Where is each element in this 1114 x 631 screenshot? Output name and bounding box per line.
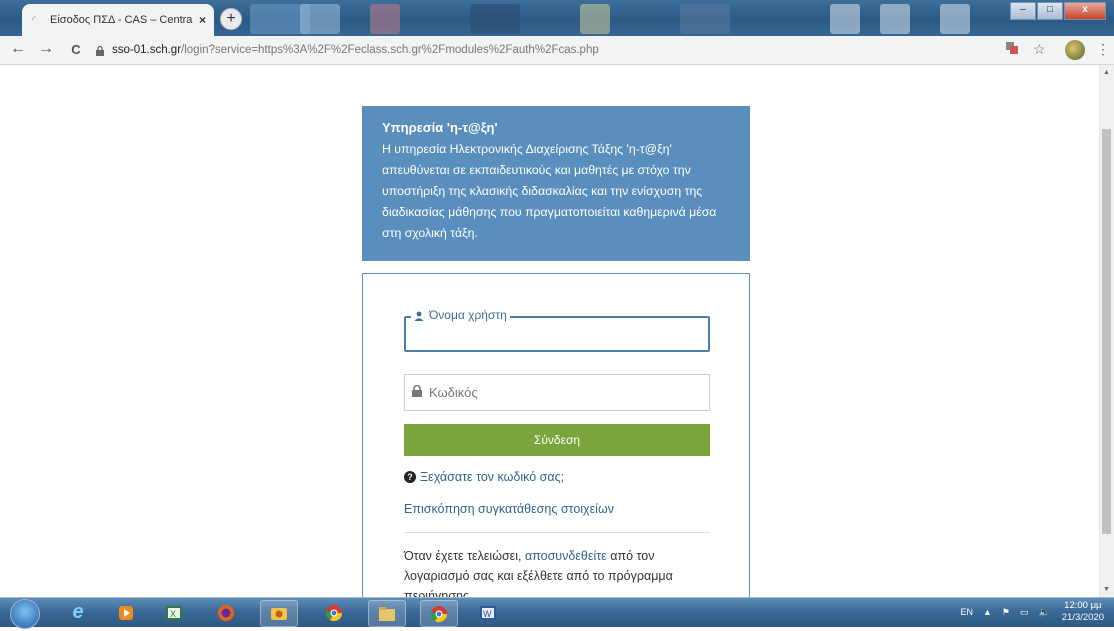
lock-icon [411,384,423,402]
question-icon: ? [404,471,416,483]
address-bar[interactable]: sso-01.sch.gr/login?service=https%3A%2F%… [96,39,996,61]
login-button[interactable]: Σύνδεση [404,424,710,456]
ie-app-icon[interactable] [260,600,298,627]
windows-taskbar: e X W EN ▲ ⚑ ▭ 🔈 12:00 μμ 21/3/2020 [0,597,1114,629]
action-center-flag-icon[interactable]: ⚑ [1002,607,1010,618]
service-info-panel: Υπηρεσία 'η-τ@ξη' Η υπηρεσία Ηλεκτρονική… [362,106,750,261]
volume-icon[interactable]: 🔈 [1039,607,1050,618]
back-button[interactable]: ← [8,40,28,58]
bookmark-star-icon[interactable]: ☆ [1033,41,1046,58]
language-indicator[interactable]: EN [960,607,973,617]
url-host: sso-01.sch.gr [112,44,182,56]
excel-icon[interactable]: X [156,600,192,625]
logout-link[interactable]: αποσυνδεθείτε [525,549,607,563]
tray-expand-icon[interactable]: ▲ [983,607,992,617]
window-controls: – □ x [1009,2,1106,20]
logout-notice: Όταν έχετε τελειώσει, αποσυνδεθείτε από … [404,546,714,597]
page-scrollbar[interactable]: ▲ ▼ [1099,65,1114,597]
media-player-icon[interactable] [108,600,144,625]
username-label: Όνομα χρήστη [429,308,507,322]
browser-toolbar: ← → C sso-01.sch.gr/login?service=https%… [0,36,1114,65]
new-tab-button[interactable]: + [220,8,242,30]
forgot-password-text: Ξεχάσατε τον κωδικό σας; [420,470,565,484]
profile-avatar[interactable] [1065,40,1085,60]
divider [404,532,710,533]
translate-icon[interactable] [1005,41,1019,58]
forward-button[interactable]: → [36,40,56,58]
username-field[interactable]: Όνομα χρήστη [404,308,710,352]
consent-review-link[interactable]: Επισκόπηση συγκατάθεσης στοιχείων [404,502,614,516]
tab-close-button[interactable]: × [199,13,206,27]
network-icon[interactable]: ▭ [1020,607,1029,618]
system-tray: EN ▲ ⚑ ▭ 🔈 12:00 μμ 21/3/2020 [950,600,1104,624]
minimize-button[interactable]: – [1010,2,1036,20]
window-close-button[interactable]: x [1064,2,1106,20]
maximize-button[interactable]: □ [1037,2,1063,20]
scrollbar-thumb[interactable] [1102,129,1111,534]
forgot-password-link[interactable]: ? Ξεχάσατε τον κωδικό σας; [404,470,564,484]
tab-favicon-icon: ◜ [32,15,36,26]
scroll-up-icon[interactable]: ▲ [1103,69,1110,76]
svg-text:X: X [170,609,176,619]
file-explorer-icon[interactable] [368,600,406,627]
url-text: sso-01.sch.gr/login?service=https%3A%2F%… [112,44,599,56]
browser-tab[interactable]: ◜ Είσοδος ΠΣΔ - CAS – Central Aut × [22,4,214,36]
firefox-icon[interactable] [208,600,244,625]
password-placeholder: Κωδικός [429,385,478,400]
word-icon[interactable]: W [470,600,506,625]
password-field[interactable]: Κωδικός [404,374,710,411]
browser-tab-strip: ◜ Είσοδος ΠΣΔ - CAS – Central Aut × + – … [0,0,1114,36]
page-viewport: Υπηρεσία 'η-τ@ξη' Η υπηρεσία Ηλεκτρονική… [0,65,1100,597]
internet-explorer-icon[interactable]: e [60,600,96,625]
url-path: /login?service=https%3A%2F%2Feclass.sch.… [181,44,599,56]
svg-text:W: W [483,609,492,619]
username-legend: Όνομα χρήστη [411,308,510,322]
service-description: Η υπηρεσία Ηλεκτρονικής Διαχείρισης Τάξη… [382,142,717,240]
start-button[interactable] [10,599,40,629]
reload-button[interactable]: C [66,42,86,57]
clock[interactable]: 12:00 μμ 21/3/2020 [1062,600,1104,624]
clock-time: 12:00 μμ [1064,600,1102,611]
chrome-active-icon[interactable] [420,600,458,627]
scroll-down-icon[interactable]: ▼ [1103,586,1110,593]
clock-date: 21/3/2020 [1061,612,1104,623]
tab-title: Είσοδος ΠΣΔ - CAS – Central Aut [50,14,193,26]
user-icon [414,310,424,321]
login-card: Όνομα χρήστη Κωδικός Σύνδεση ? Ξεχάσατε … [362,273,750,597]
logout-text-before: Όταν έχετε τελειώσει, [404,549,525,563]
service-title: Υπηρεσία 'η-τ@ξη' [382,120,498,135]
lock-icon [96,45,104,56]
browser-menu-icon[interactable]: ⋮ [1096,41,1110,58]
chrome-icon[interactable] [316,600,352,625]
